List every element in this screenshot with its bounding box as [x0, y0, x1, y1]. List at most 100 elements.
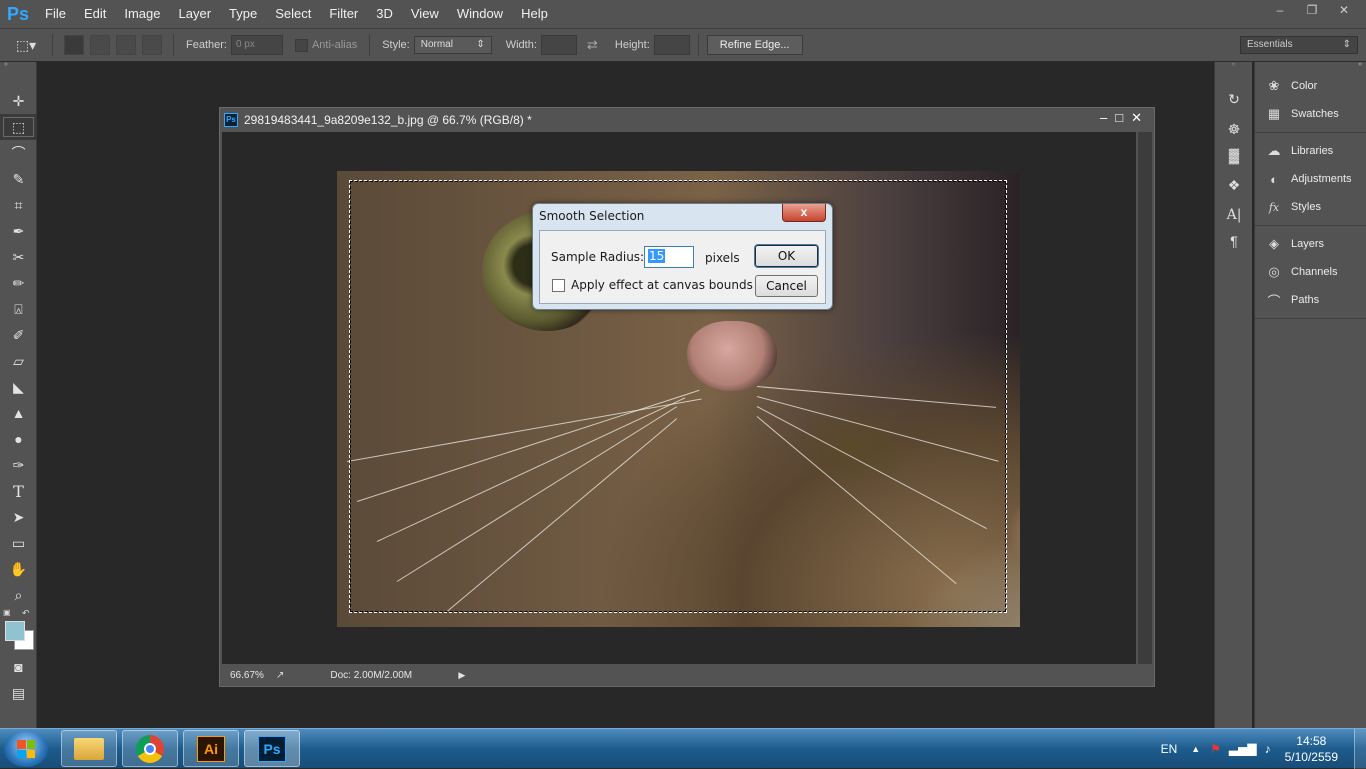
action-center-flag-icon[interactable]: ⚑	[1210, 742, 1221, 756]
dodge-tool-icon[interactable]: ●	[0, 426, 37, 452]
panel-color-label: Color	[1291, 80, 1318, 92]
panel-styles[interactable]: fx Styles	[1255, 193, 1366, 221]
width-input[interactable]	[540, 35, 577, 55]
chrome-icon	[136, 734, 164, 763]
clone-stamp-tool-icon[interactable]: ⍓	[0, 296, 37, 322]
character-icon[interactable]: A|	[1215, 202, 1253, 228]
brush-tool-icon[interactable]: ✏	[0, 270, 37, 296]
path-selection-tool-icon[interactable]: ➤	[0, 504, 37, 530]
move-tool-icon[interactable]: ✛	[0, 88, 37, 114]
zoom-tool-icon[interactable]: ⌕	[0, 582, 37, 608]
eraser-tool-icon[interactable]: ▱	[0, 348, 37, 374]
share-icon[interactable]: ↗	[276, 670, 284, 681]
rectangle-tool-icon[interactable]: ▭	[0, 530, 37, 556]
quick-selection-tool-icon[interactable]: ✎	[0, 166, 37, 192]
quick-mask-icon[interactable]: ◙	[0, 654, 37, 680]
panel-layers[interactable]: ◈ Layers	[1255, 230, 1366, 258]
close-icon[interactable]: ✕	[1330, 0, 1358, 20]
maximize-icon[interactable]: □	[1115, 110, 1123, 126]
canvas-bounds-checkbox[interactable]	[552, 279, 565, 292]
vertical-scrollbar[interactable]	[1138, 132, 1152, 664]
dialog-close-button[interactable]: x	[782, 204, 826, 222]
paint-bucket-tool-icon[interactable]: ◣	[0, 374, 37, 400]
document-window-controls: – □ ✕	[1100, 110, 1142, 126]
tray-expand-icon[interactable]: ▲	[1191, 744, 1200, 754]
menu-file[interactable]: File	[36, 0, 75, 28]
blur-tool-icon[interactable]: ▲	[0, 400, 37, 426]
history-icon[interactable]: ↻	[1215, 86, 1253, 112]
minimize-icon[interactable]: –	[1100, 110, 1107, 126]
status-menu-arrow-icon[interactable]: ▶	[458, 670, 465, 681]
panel-swatches[interactable]: ▦ Swatches	[1255, 100, 1366, 128]
close-icon[interactable]: ✕	[1131, 110, 1142, 126]
channels-icon: ◎	[1268, 264, 1280, 279]
feather-input[interactable]: 0 px	[230, 35, 283, 55]
menu-layer[interactable]: Layer	[170, 0, 221, 28]
new-selection-icon[interactable]	[64, 35, 84, 55]
sample-radius-input[interactable]: 15	[644, 246, 694, 268]
history-brush-tool-icon[interactable]: ✐	[0, 322, 37, 348]
healing-brush-tool-icon[interactable]: ✂	[0, 244, 37, 270]
add-selection-icon[interactable]	[90, 35, 110, 55]
workspace-select[interactable]: Essentials ⇕	[1240, 36, 1358, 54]
screen-mode-icon[interactable]: ▤	[0, 680, 37, 706]
tool-preset-icon[interactable]: ⬚▾	[11, 35, 41, 55]
minimize-icon[interactable]: –	[1266, 0, 1294, 20]
marquee-tool-icon[interactable]: ⬚	[0, 114, 37, 140]
default-colors-icon[interactable]: ▣	[3, 608, 11, 617]
menu-image[interactable]: Image	[115, 0, 169, 28]
document-titlebar[interactable]: Ps 29819483441_9a8209e132_b.jpg @ 66.7% …	[220, 108, 1154, 132]
cancel-button[interactable]: Cancel	[755, 275, 818, 297]
lasso-tool-icon[interactable]: ⌒	[0, 140, 37, 166]
swap-dimensions-icon[interactable]: ⇄	[587, 37, 601, 53]
menu-filter[interactable]: Filter	[320, 0, 367, 28]
language-indicator[interactable]: EN	[1161, 742, 1178, 756]
menu-help[interactable]: Help	[512, 0, 557, 28]
panel-paths[interactable]: ⌒ Paths	[1255, 286, 1366, 314]
restore-icon[interactable]: ❐	[1298, 0, 1326, 20]
start-button[interactable]	[4, 731, 48, 767]
paragraph-icon[interactable]: ¶	[1215, 228, 1253, 254]
refine-edge-button[interactable]: Refine Edge...	[706, 35, 803, 55]
eyedropper-tool-icon[interactable]: ✒	[0, 218, 37, 244]
intersect-selection-icon[interactable]	[142, 35, 162, 55]
menu-select[interactable]: Select	[266, 0, 320, 28]
crop-tool-icon[interactable]: ⌗	[0, 192, 37, 218]
panel-channels[interactable]: ◎ Channels	[1255, 258, 1366, 286]
menu-window[interactable]: Window	[448, 0, 512, 28]
ok-button[interactable]: OK	[754, 244, 819, 268]
panel-color[interactable]: ❀ Color	[1255, 72, 1366, 100]
menu-3d[interactable]: 3D	[367, 0, 402, 28]
hand-tool-icon[interactable]: ✋	[0, 556, 37, 582]
foreground-color-swatch[interactable]	[5, 621, 25, 641]
panel-adjustments[interactable]: ◐ Adjustments	[1255, 165, 1366, 193]
clone-source-icon[interactable]: ❖	[1215, 172, 1253, 198]
zoom-level[interactable]: 66.67%	[230, 670, 270, 681]
style-select[interactable]: Normal ⇕	[413, 36, 492, 54]
menu-view[interactable]: View	[402, 0, 448, 28]
show-desktop-button[interactable]	[1354, 729, 1366, 769]
antialias-label: Anti-alias	[311, 39, 358, 51]
brush-settings-icon[interactable]: ☸	[1215, 116, 1253, 142]
panel-libraries[interactable]: ☁ Libraries	[1255, 137, 1366, 165]
menu-type[interactable]: Type	[220, 0, 266, 28]
swap-colors-icon[interactable]: ↶	[22, 608, 30, 619]
subtract-selection-icon[interactable]	[116, 35, 136, 55]
pen-tool-icon[interactable]: ✑	[0, 452, 37, 478]
illustrator-icon: Ai	[197, 735, 225, 762]
panel-group-color: ❀ Color ▦ Swatches	[1255, 68, 1366, 133]
dialog-body: Sample Radius: 15 pixels Apply effect at…	[539, 230, 826, 304]
antialias-checkbox[interactable]	[294, 38, 308, 52]
network-icon[interactable]: ▃▅▇	[1229, 742, 1257, 756]
taskbar-chrome[interactable]	[122, 730, 178, 767]
type-tool-icon[interactable]: T	[0, 478, 37, 504]
menu-edit[interactable]: Edit	[75, 0, 115, 28]
taskbar-illustrator[interactable]: Ai	[183, 730, 239, 767]
clock[interactable]: 14:58 5/10/2559	[1285, 733, 1338, 765]
brush-presets-icon[interactable]: ▓	[1215, 142, 1253, 168]
height-input[interactable]	[653, 35, 690, 55]
taskbar-file-explorer[interactable]	[61, 730, 117, 767]
taskbar-photoshop[interactable]: Ps	[244, 730, 300, 767]
width-label: Width:	[505, 39, 537, 51]
volume-icon[interactable]: ♪	[1265, 742, 1271, 756]
